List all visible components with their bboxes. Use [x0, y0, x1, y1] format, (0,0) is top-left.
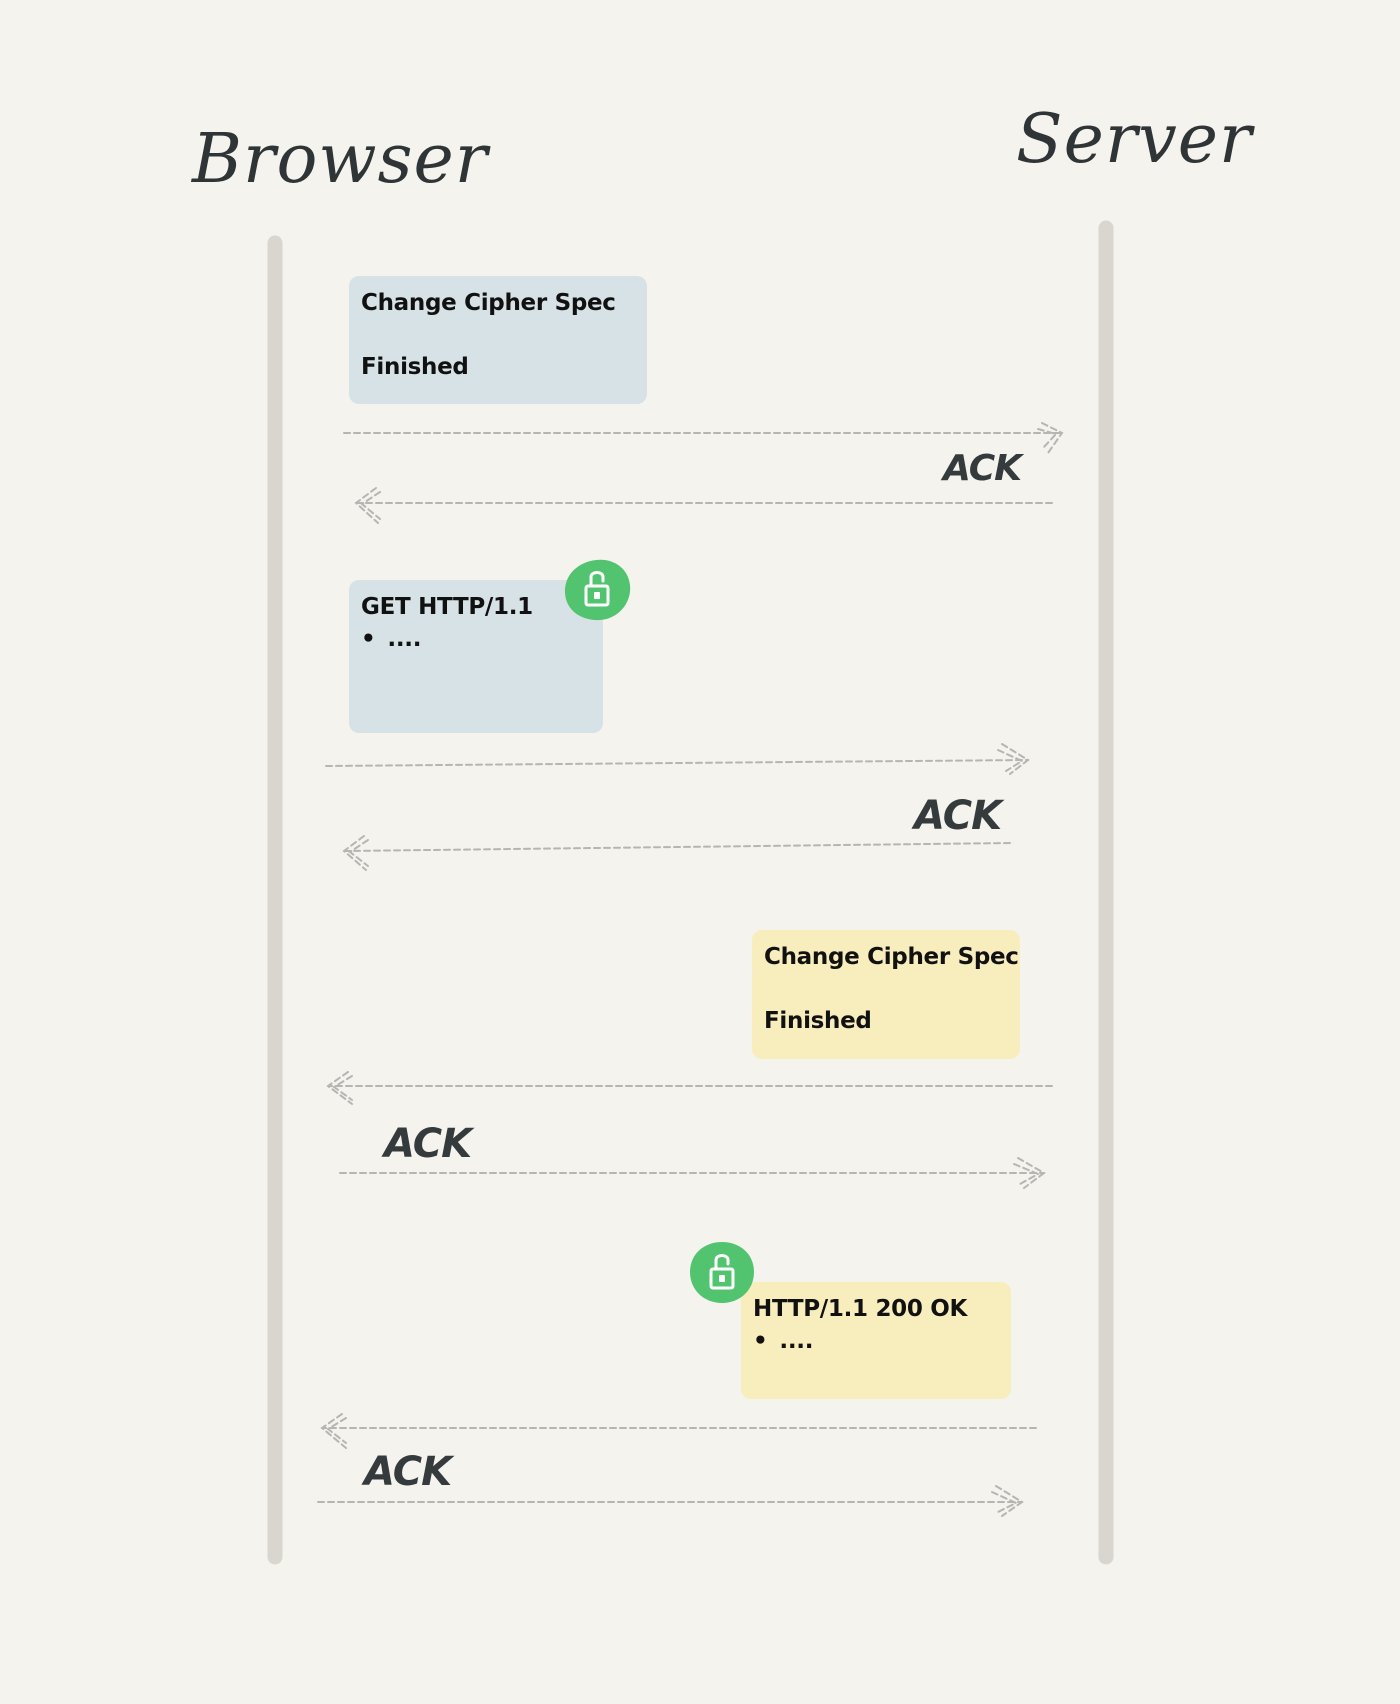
arrow-server-to-browser — [326, 1071, 1053, 1105]
ack-label: ACK — [943, 448, 1022, 489]
lock-icon — [564, 559, 631, 621]
arrow-server-to-browser — [342, 835, 1011, 871]
ack-label: ACK — [364, 1449, 452, 1495]
bullet-dot-icon: • — [361, 626, 376, 652]
message-line: Finished — [764, 1008, 872, 1034]
server-actor-label: Server — [1016, 100, 1253, 179]
message-box-http-response: HTTP/1.1 200 OK •.... — [741, 1282, 1011, 1399]
ack-label: ACK — [384, 1121, 472, 1167]
browser-actor-label: Browser — [192, 120, 489, 199]
sequence-diagram: Browser Server Change Cipher Spec Finish… — [0, 0, 1400, 1704]
bullet-dot-icon: • — [753, 1328, 768, 1354]
bullet-item: •.... — [753, 1328, 999, 1354]
arrow-browser-to-server — [325, 743, 1030, 775]
arrow-server-to-browser — [320, 1413, 1037, 1449]
message-title: HTTP/1.1 200 OK — [753, 1296, 968, 1322]
diagram-graphics — [267, 220, 1114, 1565]
message-title: GET HTTP/1.1 — [361, 594, 533, 620]
message-box-server-change-cipher-spec: Change Cipher Spec Finished — [752, 930, 1020, 1059]
lock-icon — [690, 1242, 754, 1303]
bullet-text: .... — [387, 626, 422, 652]
arrow-server-to-browser — [354, 487, 1053, 524]
message-line: Change Cipher Spec — [764, 944, 1019, 970]
message-box-client-change-cipher-spec: Change Cipher Spec Finished — [349, 276, 647, 404]
message-line: Finished — [361, 354, 469, 380]
bullet-text: .... — [779, 1328, 814, 1354]
ack-label: ACK — [914, 793, 1002, 839]
message-line: Change Cipher Spec — [361, 290, 616, 316]
bullet-item: •.... — [361, 626, 591, 652]
